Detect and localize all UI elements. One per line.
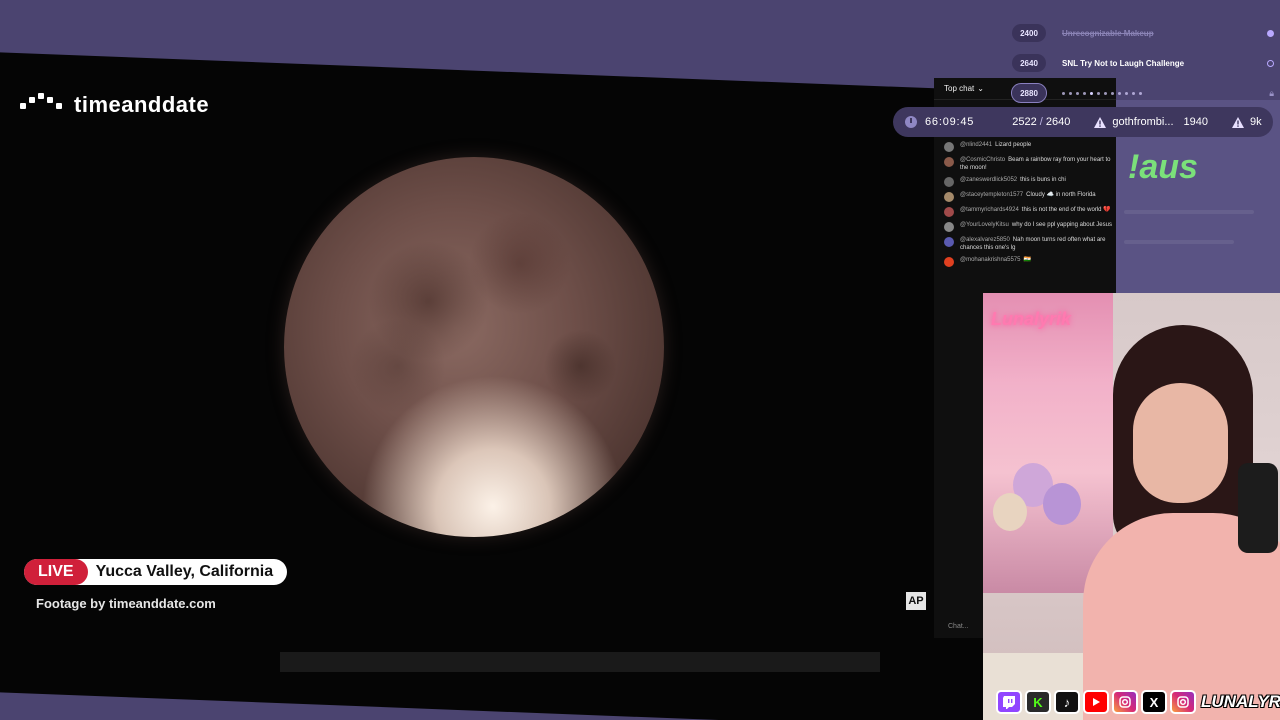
avatar[interactable] [944,192,954,202]
sub-count-current: 2522 [1012,116,1037,128]
goal-row: 2640 SNL Try Not to Laugh Challenge [1012,48,1274,78]
chat-message-body: @nlind2441 Lizard people [960,142,1031,150]
chevron-down-icon[interactable]: ⌄ [977,84,984,93]
chat-text: 🇮🇳 [1023,257,1031,263]
top-supporter-name: gothfrombi... [1112,116,1174,128]
goal-progress-dots [1062,91,1269,95]
live-location-banner: LIVE Yucca Valley, California [24,559,288,585]
chat-username[interactable]: @staceytempleton1577 [960,192,1023,198]
avatar[interactable] [944,257,954,267]
tiktok-icon: ♪ [1054,690,1080,714]
stream-overlay: timeanddate LIVE Yucca Valley, Californi… [0,0,1280,720]
chat-message-body: @alexalvarez5850 Nah moon turns red often… [960,237,1116,252]
chat-text: Lizard people [995,142,1032,148]
streamer-webcam: Lunalyrik [983,293,1280,720]
avatar[interactable] [944,142,954,152]
instagram-icon [1112,690,1138,714]
chat-username[interactable]: @nlind2441 [960,142,992,148]
goal-queue: 2400 Unrecognizable Makeup 2640 SNL Try … [1011,18,1274,108]
goal-number: 2400 [1012,24,1046,42]
instagram-icon [1170,690,1196,714]
lunar-eclipse-moon [284,157,664,537]
chat-text: why do I see ppl yapping about Jesus [1011,222,1112,228]
chat-username[interactable]: @zaneswerdlick5052 [960,177,1017,183]
chat-text: Cloudy ☁️ in north Florida [1026,192,1096,198]
live-badge: LIVE [24,559,88,585]
alert-triangle-icon [1094,116,1107,128]
faded-line [1124,210,1254,214]
microphone [1238,463,1278,553]
clock-icon [905,116,917,128]
goal-number: 2880 [1011,83,1047,103]
video-player[interactable]: timeanddate LIVE Yucca Valley, Californi… [0,52,990,720]
chat-message[interactable]: @CosmicChristo Beam a rainbow ray from yo… [944,157,1116,172]
avatar[interactable] [944,157,954,167]
chat-username[interactable]: @alexalvarez5850 [960,237,1010,243]
extra-count: 9k [1250,116,1262,128]
logo-dots-icon [20,93,66,117]
youtube-icon [1083,690,1109,714]
alert-triangle-icon [1232,116,1244,128]
streamer-face [1133,383,1228,503]
location-label: Yucca Valley, California [95,563,274,580]
twitch-icon [996,690,1022,714]
chat-message-body: @mohanakrishna5575 🇮🇳 [960,257,1031,265]
chat-input[interactable]: Chat... [948,623,969,630]
subathon-stat-bar: 66:09:45 2522 / 2640 gothfrombi... 1940 … [893,107,1273,137]
goal-number: 2640 [1012,54,1046,72]
chat-message[interactable]: @zaneswerdlick5052 this is buns in chi [944,177,1116,187]
chat-message-body: @zaneswerdlick5052 this is buns in chi [960,177,1066,185]
chat-text: this is buns in chi [1020,177,1066,183]
chat-message-body: @YourLovelyKitsu why do I see ppl yapping… [960,222,1112,230]
chat-message[interactable]: @nlind2441 Lizard people [944,142,1116,152]
x-icon: X [1141,690,1167,714]
logo-text: timeanddate [74,92,210,117]
chat-username[interactable]: @mohanakrishna5575 [960,257,1020,263]
goal-row: 2400 Unrecognizable Makeup [1012,18,1274,48]
chat-username[interactable]: @CosmicChristo [960,157,1005,163]
neon-sign: Lunalyrik [991,309,1072,329]
top-supporter-score: 1940 [1183,116,1208,128]
sub-count: 2522 / 2640 [1012,116,1070,128]
kick-icon: K [1025,690,1051,714]
goal-row: 2880 🔒︎ [1011,78,1274,108]
chat-username[interactable]: @tammyrichards4924 [960,207,1019,213]
goal-title: Unrecognizable Makeup [1062,28,1154,38]
chat-message-body: @staceytempleton1577 Cloudy ☁️ in north F… [960,192,1096,200]
faded-line [1124,240,1234,244]
avatar[interactable] [944,222,954,232]
chat-message-body: @CosmicChristo Beam a rainbow ray from yo… [960,157,1116,172]
social-handle: LUNALYRIK [1201,692,1280,711]
footage-credit: Footage by timeanddate.com [36,596,216,611]
pause-overlay-text: !aus [1128,148,1198,186]
sub-count-separator: / [1039,116,1043,128]
chat-message[interactable]: @staceytempleton1577 Cloudy ☁️ in north F… [944,192,1116,202]
timeanddate-logo: timeanddate [20,92,209,118]
avatar[interactable] [944,177,954,187]
completed-dot-icon [1267,29,1274,37]
chat-message[interactable]: @alexalvarez5850 Nah moon turns red often… [944,237,1116,252]
avatar[interactable] [944,207,954,217]
balloon [1043,483,1081,525]
current-dot-icon [1267,59,1274,67]
background-shelf: Lunalyrik [983,293,1113,593]
chat-text: this is not the end of the world 💔 [1021,207,1111,213]
video-control-strip [280,652,880,672]
ap-watermark: AP [906,592,926,610]
chat-mode-label: Top chat [944,84,975,93]
subathon-timer: 66:09:45 [925,116,975,128]
lock-icon: 🔒︎ [1269,87,1274,98]
chat-message[interactable]: @YourLovelyKitsu why do I see ppl yapping… [944,222,1116,232]
social-links-bar: K ♪ X LUNALYRIK [996,690,1280,714]
sub-count-target: 2640 [1045,116,1071,128]
chat-message-body: @tammyrichards4924 this is not the end of… [960,207,1111,215]
chat-username[interactable]: @YourLovelyKitsu [960,222,1009,228]
avatar[interactable] [944,237,954,247]
balloon [993,493,1027,531]
chat-message[interactable]: @mohanakrishna5575 🇮🇳 [944,257,1116,267]
goal-title: SNL Try Not to Laugh Challenge [1062,58,1185,68]
chat-message[interactable]: @tammyrichards4924 this is not the end of… [944,207,1116,217]
